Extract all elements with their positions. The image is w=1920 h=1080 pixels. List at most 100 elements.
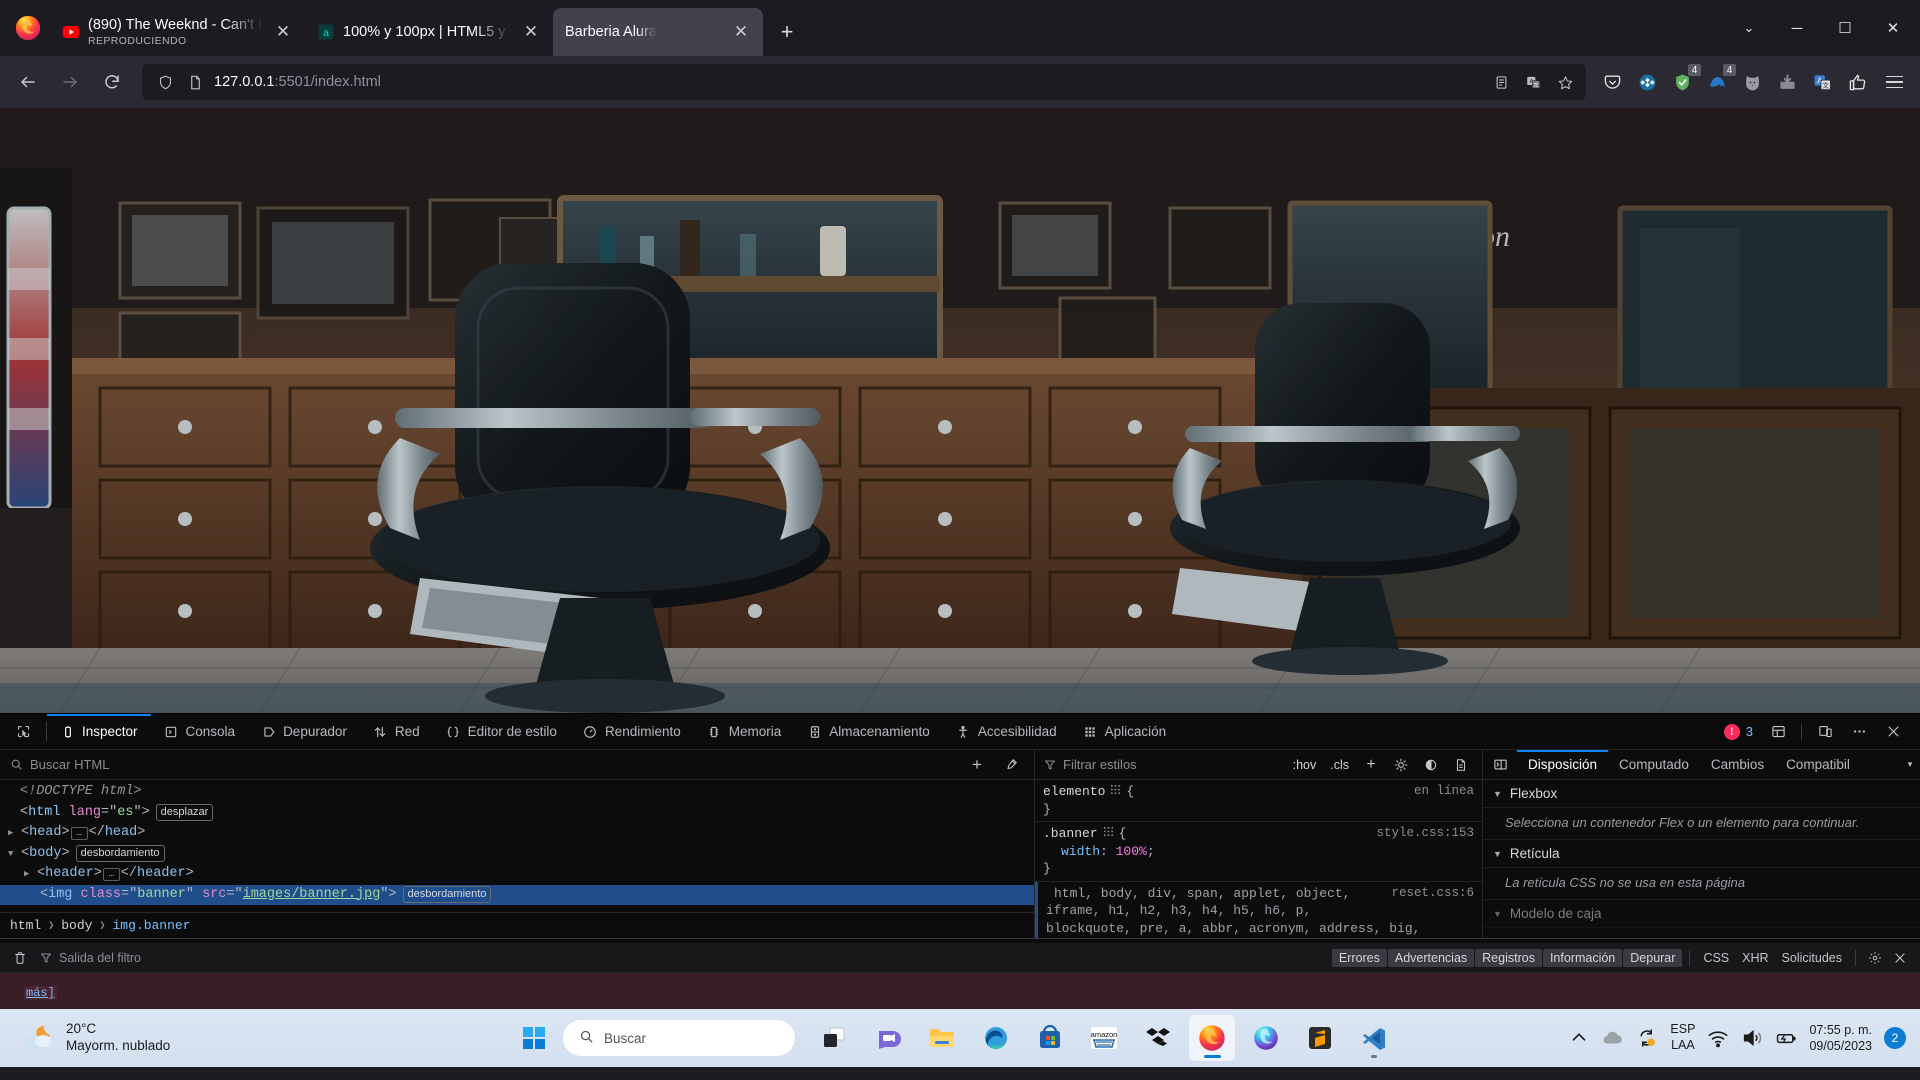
translate-icon[interactable]: A文 bbox=[1518, 67, 1548, 97]
light-scheme-icon[interactable] bbox=[1389, 754, 1413, 776]
meatball-menu-icon[interactable] bbox=[1844, 719, 1874, 745]
taskbar-app-microsoft-teams[interactable] bbox=[865, 1015, 911, 1061]
google-translate-icon[interactable]: A文 bbox=[1806, 66, 1838, 98]
scroll-badge[interactable]: desplazar bbox=[155, 804, 214, 822]
pseudo-class-button[interactable]: :hov bbox=[1289, 757, 1321, 773]
rule-selector[interactable]: .banner bbox=[1043, 825, 1098, 843]
html-search-input[interactable]: Buscar HTML bbox=[10, 757, 956, 772]
console-expand-link[interactable]: más] bbox=[24, 986, 57, 1000]
taskbar-app-microsoft-edge[interactable] bbox=[973, 1015, 1019, 1061]
console-filter-debug[interactable]: Depurar bbox=[1623, 948, 1683, 967]
taskbar-app-sublime-text[interactable] bbox=[1297, 1015, 1343, 1061]
console-filter-logs[interactable]: Registros bbox=[1475, 948, 1542, 967]
volume-icon[interactable] bbox=[1741, 1027, 1763, 1049]
css-rule-element[interactable]: elemento { en línea } bbox=[1035, 780, 1482, 822]
markup-line[interactable]: ▶ < head >… </head > bbox=[0, 823, 1034, 844]
list-all-tabs-icon[interactable]: ⌄ bbox=[1726, 8, 1772, 48]
layout-tab-disposicion[interactable]: Disposición bbox=[1517, 750, 1609, 779]
wifi-icon[interactable] bbox=[1707, 1027, 1729, 1049]
taskbar-app-task-view[interactable] bbox=[811, 1015, 857, 1061]
devtools-tab-memory[interactable]: Memoria bbox=[694, 714, 795, 749]
expand-twisty-icon[interactable]: ▶ bbox=[8, 823, 21, 844]
element-picker-icon[interactable] bbox=[0, 714, 46, 749]
close-window-button[interactable]: ✕ bbox=[1870, 8, 1916, 48]
console-settings-icon[interactable] bbox=[1863, 947, 1887, 969]
collapsed-children-icon[interactable]: … bbox=[70, 826, 88, 840]
layout-tab-computado[interactable]: Computado bbox=[1608, 750, 1700, 779]
taskbar-app-firefox-developer-edition[interactable] bbox=[1243, 1015, 1289, 1061]
attr-value-link[interactable]: images/banner.jpg bbox=[243, 887, 381, 902]
close-devtools-icon[interactable] bbox=[1878, 719, 1908, 745]
close-tab-icon[interactable]: ✕ bbox=[729, 20, 753, 44]
layout-toggle-icon[interactable] bbox=[1763, 719, 1793, 745]
add-rule-icon[interactable]: + bbox=[1359, 754, 1383, 776]
dark-scheme-icon[interactable] bbox=[1419, 754, 1443, 776]
rule-selector-line[interactable]: html, body, div, span, applet, object, bbox=[1046, 885, 1358, 903]
application-menu-button[interactable] bbox=[1876, 66, 1912, 98]
close-tab-icon[interactable]: ✕ bbox=[519, 20, 543, 44]
close-tab-icon[interactable]: ✕ bbox=[271, 20, 295, 44]
console-filter-warnings[interactable]: Advertencias bbox=[1387, 948, 1475, 967]
css-property-name[interactable]: width bbox=[1061, 843, 1100, 861]
address-bar[interactable]: 127.0.0.1:5501/index.html A文 bbox=[142, 64, 1586, 100]
back-button[interactable] bbox=[8, 64, 48, 100]
trash-icon[interactable] bbox=[8, 947, 32, 969]
shield-icon[interactable] bbox=[154, 71, 176, 93]
add-node-icon[interactable]: + bbox=[964, 753, 990, 777]
devtools-tab-accessibility[interactable]: Accesibilidad bbox=[943, 714, 1070, 749]
split-view-icon[interactable] bbox=[1483, 750, 1517, 779]
eyedropper-icon[interactable] bbox=[998, 753, 1024, 777]
adguard-shield-icon[interactable]: 4 bbox=[1666, 63, 1702, 98]
css-rule-reset[interactable]: html, body, div, span, applet, object, r… bbox=[1035, 881, 1482, 938]
console-filter-errors[interactable]: Errores bbox=[1331, 948, 1387, 967]
taskbar-app-visual-studio-code[interactable] bbox=[1351, 1015, 1397, 1061]
class-toggle-button[interactable]: .cls bbox=[1326, 757, 1353, 773]
collapsed-children-icon[interactable]: … bbox=[102, 867, 120, 881]
bookmark-star-icon[interactable] bbox=[1550, 67, 1580, 97]
devtools-tab-performance[interactable]: Rendimiento bbox=[570, 714, 694, 749]
taskbar-app-dropbox[interactable] bbox=[1135, 1015, 1181, 1061]
dropbox-extension-icon[interactable] bbox=[1631, 66, 1663, 98]
devtools-tab-debugger[interactable]: Depurador bbox=[248, 714, 360, 749]
markup-line[interactable]: ▶ < header >… </header > bbox=[0, 864, 1034, 885]
console-filter-requests[interactable]: Solicitudes bbox=[1776, 949, 1848, 967]
devtools-tab-network[interactable]: Red bbox=[360, 714, 433, 749]
responsive-design-mode-icon[interactable] bbox=[1810, 719, 1840, 745]
collapse-twisty-icon[interactable]: ▼ bbox=[8, 844, 21, 865]
console-filter-xhr[interactable]: XHR bbox=[1736, 949, 1774, 967]
devtools-tab-console[interactable]: Consola bbox=[151, 714, 249, 749]
taskbar-search-input[interactable]: Buscar bbox=[563, 1020, 795, 1056]
maximize-window-button[interactable]: ☐ bbox=[1822, 8, 1868, 48]
expand-twisty-icon[interactable]: ▶ bbox=[24, 864, 37, 885]
css-rule-banner[interactable]: .banner { style.css:153 width: 100%; } bbox=[1035, 822, 1482, 882]
breadcrumb-item-img-banner[interactable]: img.banner bbox=[113, 918, 191, 933]
notification-badge[interactable]: 2 bbox=[1884, 1027, 1906, 1049]
rule-selector[interactable]: elemento bbox=[1043, 783, 1105, 801]
devtools-tab-inspector[interactable]: Inspector bbox=[47, 714, 151, 749]
markup-line-selected[interactable]: < img class =" banner " src =" images/banner.j… bbox=[0, 884, 1034, 905]
taskbar-clock[interactable]: 07:55 p. m. 09/05/2023 bbox=[1809, 1022, 1872, 1055]
print-media-icon[interactable] bbox=[1449, 754, 1473, 776]
reader-mode-icon[interactable] bbox=[1486, 67, 1516, 97]
style-filter-input[interactable]: Filtrar estilos bbox=[1044, 757, 1283, 772]
show-hidden-icons-icon[interactable] bbox=[1568, 1027, 1590, 1049]
page-info-icon[interactable] bbox=[184, 71, 206, 93]
new-tab-button[interactable]: + bbox=[769, 14, 805, 50]
devtools-tab-storage[interactable]: Almacenamiento bbox=[794, 714, 943, 749]
rule-source[interactable]: en línea bbox=[1404, 783, 1474, 801]
overflow-badge[interactable]: desbordamiento bbox=[75, 845, 165, 863]
close-console-icon[interactable] bbox=[1888, 947, 1912, 969]
onedrive-icon[interactable] bbox=[1602, 1027, 1624, 1049]
minimize-window-button[interactable]: ─ bbox=[1774, 8, 1820, 48]
breadcrumb-item-body[interactable]: body bbox=[61, 918, 92, 933]
battery-charging-icon[interactable] bbox=[1775, 1027, 1797, 1049]
markup-line[interactable]: ▼ < body > desbordamiento bbox=[0, 844, 1034, 865]
downloader-extension-icon[interactable] bbox=[1771, 66, 1803, 98]
markup-line[interactable]: <!DOCTYPE html> bbox=[0, 782, 1034, 803]
taskbar-app-file-explorer[interactable] bbox=[919, 1015, 965, 1061]
console-output[interactable]: más] bbox=[0, 973, 1920, 1009]
taskbar-app-amazon[interactable]: amazon bbox=[1081, 1015, 1127, 1061]
cat-extension-icon[interactable] bbox=[1736, 66, 1768, 98]
console-filter-input[interactable]: Salida del filtro bbox=[40, 951, 1324, 965]
taskbar-app-firefox[interactable] bbox=[1189, 1015, 1235, 1061]
